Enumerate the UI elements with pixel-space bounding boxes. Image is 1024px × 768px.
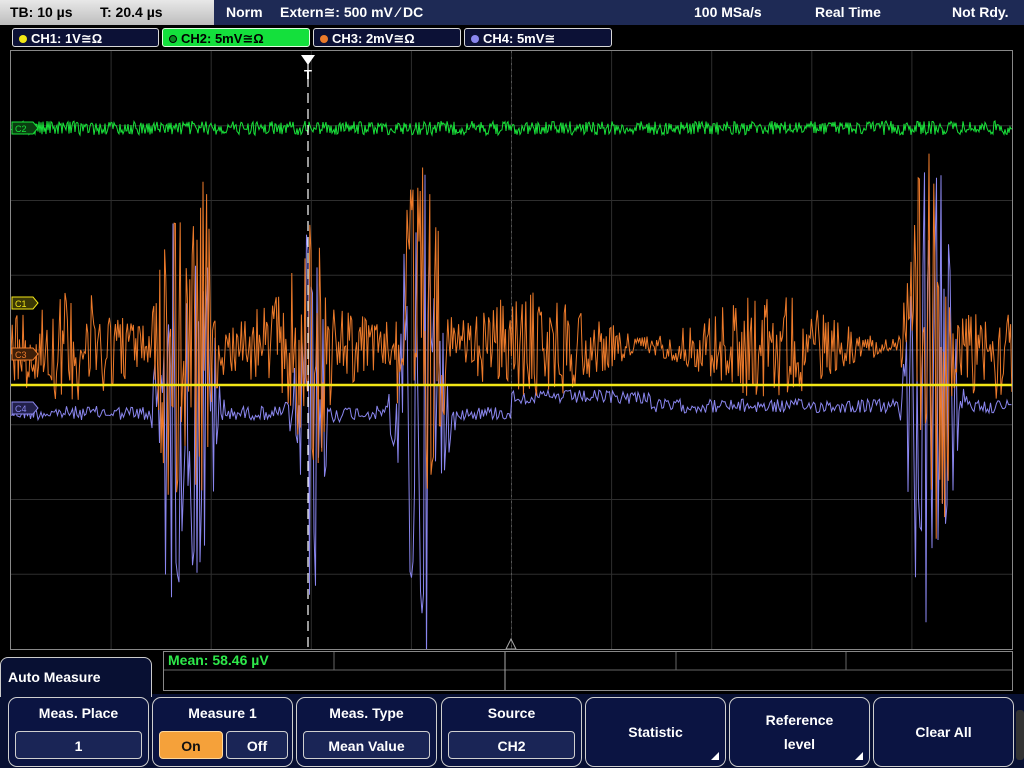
submenu-corner-icon — [711, 752, 719, 760]
trigger-mode[interactable]: Norm — [226, 0, 263, 25]
meas-type-softkey[interactable]: Meas. Type Mean Value — [296, 697, 437, 767]
submenu-corner-icon — [855, 752, 863, 760]
ch2-color-icon — [169, 34, 177, 43]
waveform-display[interactable]: T C2 C1 C3 C4 — [10, 50, 1013, 650]
sample-rate: 100 MSa/s — [694, 4, 762, 20]
measurement-table-grid — [164, 652, 1012, 690]
measure-1-on-button[interactable]: On — [159, 731, 223, 759]
ch1-marker-label: C1 — [15, 299, 27, 309]
trigger-source[interactable]: Extern≅: 500 mV ⁄ DC — [280, 0, 423, 25]
reference-level-title: Reference — [765, 712, 834, 728]
measurement-result: Mean: 58.46 µV — [168, 652, 269, 668]
tab-ch2[interactable]: CH2: 5mV≅Ω — [162, 28, 310, 47]
menu-scrollbar[interactable] — [1016, 710, 1024, 760]
reference-level-softkey[interactable]: Reference level — [729, 697, 870, 767]
measurement-table — [163, 651, 1013, 691]
ch4-offset-marker[interactable]: C4 — [11, 401, 39, 415]
clear-all-softkey[interactable]: Clear All — [873, 697, 1014, 767]
statistic-title: Statistic — [628, 724, 683, 740]
reference-level-title-line2: level — [783, 736, 816, 752]
ch4-label: CH4: 5mV≅ — [483, 31, 556, 46]
trigger-time-value: T: 20.4 µs — [100, 4, 163, 20]
measure-1-off-button[interactable]: Off — [226, 731, 288, 759]
ch2-offset-marker[interactable]: C2 — [11, 121, 39, 135]
clear-all-title: Clear All — [915, 724, 972, 740]
ch1-label: CH1: 1V≅Ω — [31, 31, 103, 46]
ch3-offset-marker[interactable]: C3 — [11, 347, 39, 361]
ch1-offset-marker[interactable]: C1 — [11, 296, 39, 310]
trigger-position-icon[interactable] — [301, 55, 315, 65]
source-softkey[interactable]: Source CH2 — [441, 697, 582, 767]
ch2-marker-label: C2 — [15, 124, 27, 134]
trigger-marker-label: T — [304, 67, 312, 82]
timebase-box[interactable]: TB: 10 µs T: 20.4 µs — [0, 0, 214, 25]
ch2-label: CH2: 5mV≅Ω — [181, 31, 264, 46]
waveform-canvas: T C2 C1 C3 C4 — [11, 51, 1012, 649]
menu-title: Auto Measure — [8, 669, 101, 685]
source-title: Source — [487, 705, 536, 721]
ch4-marker-label: C4 — [15, 404, 27, 414]
ch1-color-icon — [19, 34, 27, 43]
tab-ch3[interactable]: CH3: 2mV≅Ω — [313, 28, 461, 47]
source-value[interactable]: CH2 — [448, 731, 575, 759]
ch3-label: CH3: 2mV≅Ω — [332, 31, 415, 46]
meas-type-title: Meas. Type — [329, 705, 404, 721]
measure-1-title: Measure 1 — [188, 705, 257, 721]
acquisition-mode: Real Time — [815, 4, 881, 20]
meas-type-value[interactable]: Mean Value — [303, 731, 430, 759]
meas-place-value[interactable]: 1 — [15, 731, 142, 759]
meas-place-softkey[interactable]: Meas. Place 1 — [8, 697, 149, 767]
timebase-value: TB: 10 µs — [10, 4, 73, 20]
ch3-color-icon — [320, 34, 328, 43]
tab-ch4[interactable]: CH4: 5mV≅ — [464, 28, 612, 47]
ch3-marker-label: C3 — [15, 350, 27, 360]
measure-1-softkey[interactable]: Measure 1 On Off — [152, 697, 293, 767]
statistic-softkey[interactable]: Statistic — [585, 697, 726, 767]
ch4-color-icon — [471, 34, 479, 43]
meas-place-title: Meas. Place — [38, 705, 119, 721]
acquisition-state: Not Rdy. — [952, 4, 1009, 20]
tab-ch1[interactable]: CH1: 1V≅Ω — [12, 28, 159, 47]
